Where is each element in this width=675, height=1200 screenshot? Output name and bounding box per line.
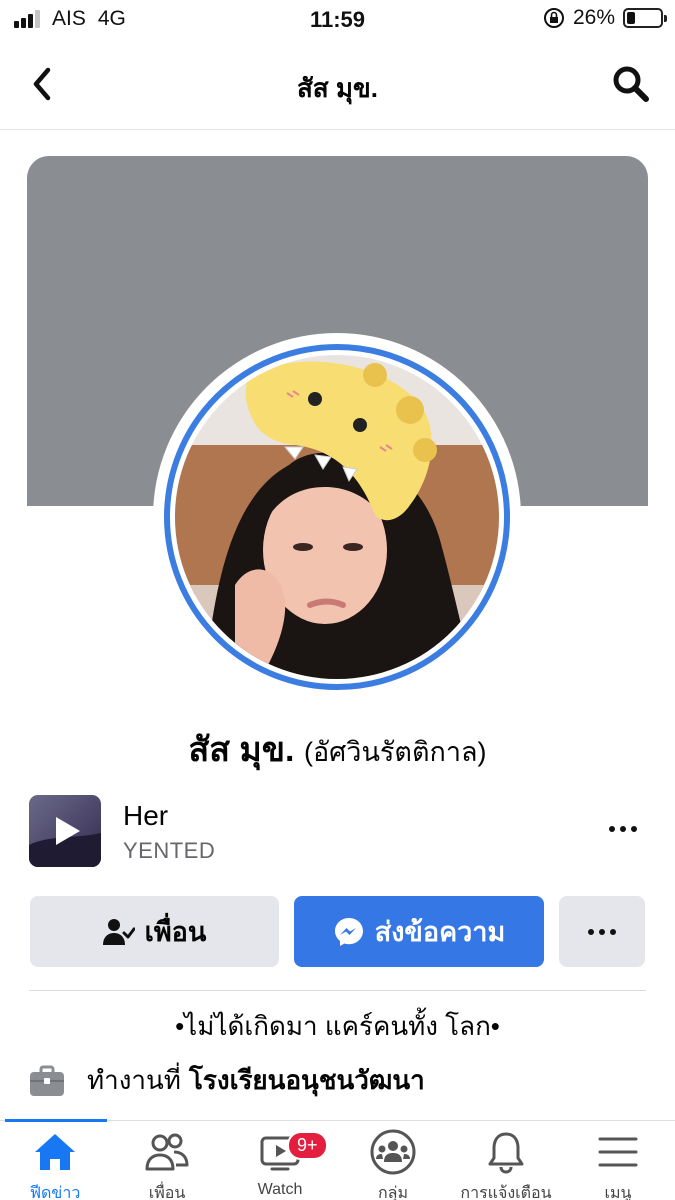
nav-label: เพื่อน xyxy=(148,1185,186,1200)
status-bar: AIS 4G 11:59 26% xyxy=(0,0,675,38)
nav-label: เมนู xyxy=(604,1185,632,1200)
nav-item-menu[interactable]: เมนู xyxy=(563,1127,673,1200)
nav-label: ฟีดข่าว xyxy=(29,1185,81,1200)
messenger-icon xyxy=(333,916,365,948)
profile-picture[interactable] xyxy=(153,333,521,701)
friends-button-label: เพื่อน xyxy=(144,917,207,947)
dot-icon xyxy=(631,826,637,832)
nav-item-watch[interactable]: 9+ Watch xyxy=(225,1127,335,1200)
song-more-button[interactable] xyxy=(603,814,643,844)
profile-header: สัส มุข. xyxy=(0,38,675,130)
home-icon xyxy=(35,1134,75,1170)
menu-icon xyxy=(598,1137,638,1167)
nav-label: Watch xyxy=(257,1181,303,1198)
more-options-button[interactable] xyxy=(559,896,645,967)
nav-item-friends[interactable]: เพื่อน xyxy=(112,1127,222,1200)
dot-icon xyxy=(620,826,626,832)
dot-icon xyxy=(609,826,615,832)
friends-icon xyxy=(145,1133,189,1171)
song-play-button[interactable] xyxy=(29,795,101,867)
profile-photo-image xyxy=(175,355,499,679)
briefcase-icon xyxy=(30,1065,64,1096)
profile-name-alternate: (อัศวินรัตติกาล) xyxy=(303,737,487,767)
dot-icon xyxy=(599,928,605,935)
active-tab-indicator xyxy=(5,1119,107,1122)
groups-icon xyxy=(370,1129,416,1175)
work-prefix: ทำงานที่ xyxy=(87,1065,181,1095)
profile-name: สัส มุข. (อัศวินรัตติกาล) xyxy=(0,722,675,776)
divider xyxy=(29,990,646,991)
profile-name-primary: สัส มุข. xyxy=(188,731,295,769)
profile-bio: •ไม่ได้เกิดมา แคร์คนทั้ง โลก• xyxy=(175,1011,500,1041)
nav-item-groups[interactable]: กลุ่ม xyxy=(338,1127,448,1200)
search-icon xyxy=(613,66,649,102)
message-button[interactable]: ส่งข้อความ xyxy=(294,896,544,967)
play-icon xyxy=(29,795,101,867)
nav-item-news-feed[interactable]: ฟีดข่าว xyxy=(0,1127,110,1200)
friend-check-icon xyxy=(102,917,135,947)
search-button[interactable] xyxy=(611,64,651,104)
header-title: สัส มุข. xyxy=(296,73,379,103)
work-place-link[interactable]: โรงเรียนอนุชนวัฒนา xyxy=(189,1060,425,1101)
work-info: ทำงานที่ โรงเรียนอนุชนวัฒนา xyxy=(29,1060,425,1101)
status-right: 26% xyxy=(543,6,667,30)
battery-percent: 26% xyxy=(572,6,615,29)
nav-item-notifications[interactable]: การแจ้งเตือน xyxy=(451,1127,561,1200)
nav-label: การแจ้งเตือน xyxy=(460,1185,552,1200)
watch-badge: 9+ xyxy=(287,1131,328,1160)
bottom-navigation: ฟีดข่าว เพื่อน 9+ Watch กลุ่ม การแจ้งเตื… xyxy=(0,1119,675,1200)
friends-button[interactable]: เพื่อน xyxy=(30,896,279,967)
message-button-label: ส่งข้อความ xyxy=(374,917,506,947)
rotation-lock-icon xyxy=(543,8,564,28)
bell-icon xyxy=(488,1132,524,1174)
dot-icon xyxy=(610,928,616,935)
song-title: Her xyxy=(123,800,169,831)
nav-label: กลุ่ม xyxy=(377,1185,409,1200)
dot-icon xyxy=(588,928,594,935)
battery-icon xyxy=(623,8,667,28)
song-artist: YENTED xyxy=(123,838,216,863)
